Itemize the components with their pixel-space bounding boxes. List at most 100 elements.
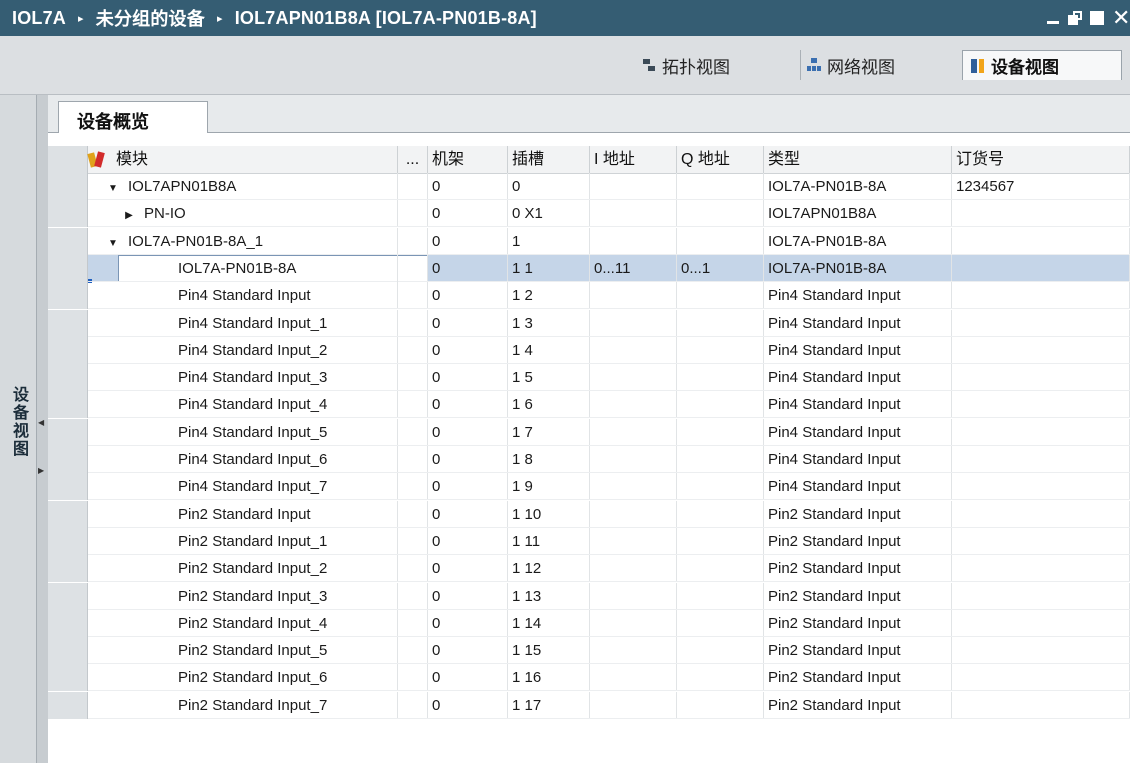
cell-q-address[interactable] (677, 200, 764, 228)
cell-type[interactable]: Pin2 Standard Input (764, 637, 952, 665)
side-tab-device-view[interactable]: 设备视图 (0, 95, 36, 763)
expanded-toggle-icon[interactable]: ▼ (106, 175, 120, 200)
cell-order-number[interactable] (952, 254, 1130, 282)
cell-rack[interactable]: 0 (428, 500, 508, 528)
column-header-i-address[interactable]: I 地址 (590, 146, 677, 173)
cell-q-address[interactable] (677, 664, 764, 692)
cell-i-address[interactable] (590, 336, 677, 364)
cell-type[interactable]: Pin4 Standard Input (764, 418, 952, 446)
cell-slot[interactable]: 1 (508, 227, 590, 255)
cell-order-number[interactable] (952, 282, 1130, 310)
cell-order-number[interactable] (952, 637, 1130, 665)
cell-i-address[interactable] (590, 555, 677, 583)
cell-module[interactable]: Pin2 Standard Input_3 (88, 582, 398, 610)
cell-order-number[interactable] (952, 418, 1130, 446)
cell-rack[interactable]: 0 (428, 582, 508, 610)
table-row[interactable]: Pin4 Standard Input_2 0 1 4 Pin4 Standard I… (48, 336, 1130, 364)
table-row[interactable]: Pin2 Standard Input_6 0 1 16 Pin2 Standard … (48, 664, 1130, 692)
cell-i-address[interactable] (590, 691, 677, 719)
expand-right-icon[interactable]: ▶ (38, 466, 44, 475)
cell-i-address[interactable] (590, 173, 677, 200)
cell-module[interactable]: Pin4 Standard Input_2 (88, 336, 398, 364)
cell-order-number[interactable] (952, 500, 1130, 528)
cell-rack[interactable]: 0 (428, 309, 508, 337)
cell-slot[interactable]: 1 13 (508, 582, 590, 610)
cell-type[interactable]: Pin4 Standard Input (764, 391, 952, 419)
table-row[interactable]: Pin2 Standard Input_5 0 1 15 Pin2 Standard … (48, 637, 1130, 665)
cell-slot[interactable]: 1 5 (508, 364, 590, 392)
cell-type[interactable]: IOL7A-PN01B-8A (764, 227, 952, 255)
maximize-icon[interactable] (1090, 11, 1104, 25)
cell-type[interactable]: IOL7APN01B8A (764, 200, 952, 228)
cell-type[interactable]: Pin4 Standard Input (764, 336, 952, 364)
row-header[interactable] (48, 473, 88, 501)
tab-network-view[interactable]: 网络视图 (800, 50, 950, 80)
cell-q-address[interactable] (677, 391, 764, 419)
table-row[interactable]: ▼ IOL7APN01B8A 0 0 IOL7A-PN01B-8A 1234567 (48, 173, 1130, 200)
cell-i-address[interactable] (590, 446, 677, 473)
cell-q-address[interactable] (677, 446, 764, 473)
cell-module[interactable]: ▶ PN-IO (88, 200, 398, 228)
table-row[interactable]: Pin2 Standard Input_4 0 1 14 Pin2 Standard … (48, 609, 1130, 637)
cell-slot[interactable]: 0 (508, 173, 590, 200)
cell-type[interactable]: Pin4 Standard Input (764, 309, 952, 337)
cell-order-number[interactable] (952, 364, 1130, 392)
row-header[interactable] (48, 500, 88, 528)
cell-slot[interactable]: 1 3 (508, 309, 590, 337)
cell-order-number[interactable] (952, 527, 1130, 555)
cell-slot[interactable]: 0 X1 (508, 200, 590, 228)
row-header[interactable] (48, 364, 88, 392)
cell-i-address[interactable] (590, 527, 677, 555)
table-row[interactable]: Pin4 Standard Input 0 1 2 Pin4 Standard Inp… (48, 282, 1130, 310)
cell-q-address[interactable] (677, 309, 764, 337)
cell-module[interactable]: ▼ IOL7APN01B8A (88, 173, 398, 200)
cell-module[interactable]: Pin2 Standard Input_1 (88, 527, 398, 555)
table-row[interactable]: Pin2 Standard Input 0 1 10 Pin2 Standard In… (48, 500, 1130, 528)
cell-q-address[interactable]: 0...1 (677, 254, 764, 282)
cell-type[interactable]: Pin2 Standard Input (764, 664, 952, 692)
table-row[interactable]: Pin4 Standard Input_7 0 1 9 Pin4 Standard I… (48, 473, 1130, 501)
cell-slot[interactable]: 1 16 (508, 664, 590, 692)
cell-q-address[interactable] (677, 227, 764, 255)
cell-slot[interactable]: 1 1 (508, 254, 590, 282)
cell-q-address[interactable] (677, 418, 764, 446)
row-header[interactable] (48, 446, 88, 473)
row-header[interactable] (48, 336, 88, 364)
cell-module[interactable]: Pin4 Standard Input_3 (88, 364, 398, 392)
cell-q-address[interactable] (677, 282, 764, 310)
column-header-rack[interactable]: 机架 (428, 146, 508, 173)
cell-module[interactable]: Pin2 Standard Input_2 (88, 555, 398, 583)
cell-rack[interactable]: 0 (428, 173, 508, 200)
cell-type[interactable]: Pin4 Standard Input (764, 282, 952, 310)
row-header[interactable] (48, 582, 88, 610)
cell-order-number[interactable] (952, 391, 1130, 419)
cell-module[interactable]: Pin4 Standard Input_1 (88, 309, 398, 337)
cell-type[interactable]: Pin2 Standard Input (764, 500, 952, 528)
cell-i-address[interactable] (590, 200, 677, 228)
cell-module[interactable]: Pin4 Standard Input (88, 282, 398, 310)
table-row[interactable]: Pin2 Standard Input_2 0 1 12 Pin2 Standard … (48, 555, 1130, 583)
cell-order-number[interactable] (952, 336, 1130, 364)
table-row[interactable]: Pin4 Standard Input_6 0 1 8 Pin4 Standard I… (48, 446, 1130, 473)
cell-type[interactable]: Pin2 Standard Input (764, 582, 952, 610)
cell-i-address[interactable] (590, 500, 677, 528)
cell-rack[interactable]: 0 (428, 418, 508, 446)
panel-splitter[interactable] (36, 95, 48, 763)
table-row[interactable]: Pin2 Standard Input_1 0 1 11 Pin2 Standard … (48, 527, 1130, 555)
tab-topology-view[interactable]: 拓扑视图 (636, 50, 786, 80)
cell-i-address[interactable] (590, 418, 677, 446)
cell-module[interactable]: Pin2 Standard Input_6 (88, 664, 398, 692)
tab-device-overview[interactable]: 设备概览 (58, 101, 208, 133)
cell-type[interactable]: Pin2 Standard Input (764, 609, 952, 637)
cell-q-address[interactable] (677, 637, 764, 665)
cell-rack[interactable]: 0 (428, 391, 508, 419)
cell-rack[interactable]: 0 (428, 446, 508, 473)
row-header[interactable] (48, 391, 88, 419)
cell-module[interactable]: Pin2 Standard Input_7 (88, 691, 398, 719)
restore-icon[interactable] (1068, 11, 1082, 25)
cell-q-address[interactable] (677, 173, 764, 200)
cell-rack[interactable]: 0 (428, 664, 508, 692)
cell-q-address[interactable] (677, 609, 764, 637)
cell-q-address[interactable] (677, 555, 764, 583)
table-row[interactable]: ▼ IOL7A-PN01B-8A_1 0 1 IOL7A-PN01B-8A (48, 227, 1130, 255)
